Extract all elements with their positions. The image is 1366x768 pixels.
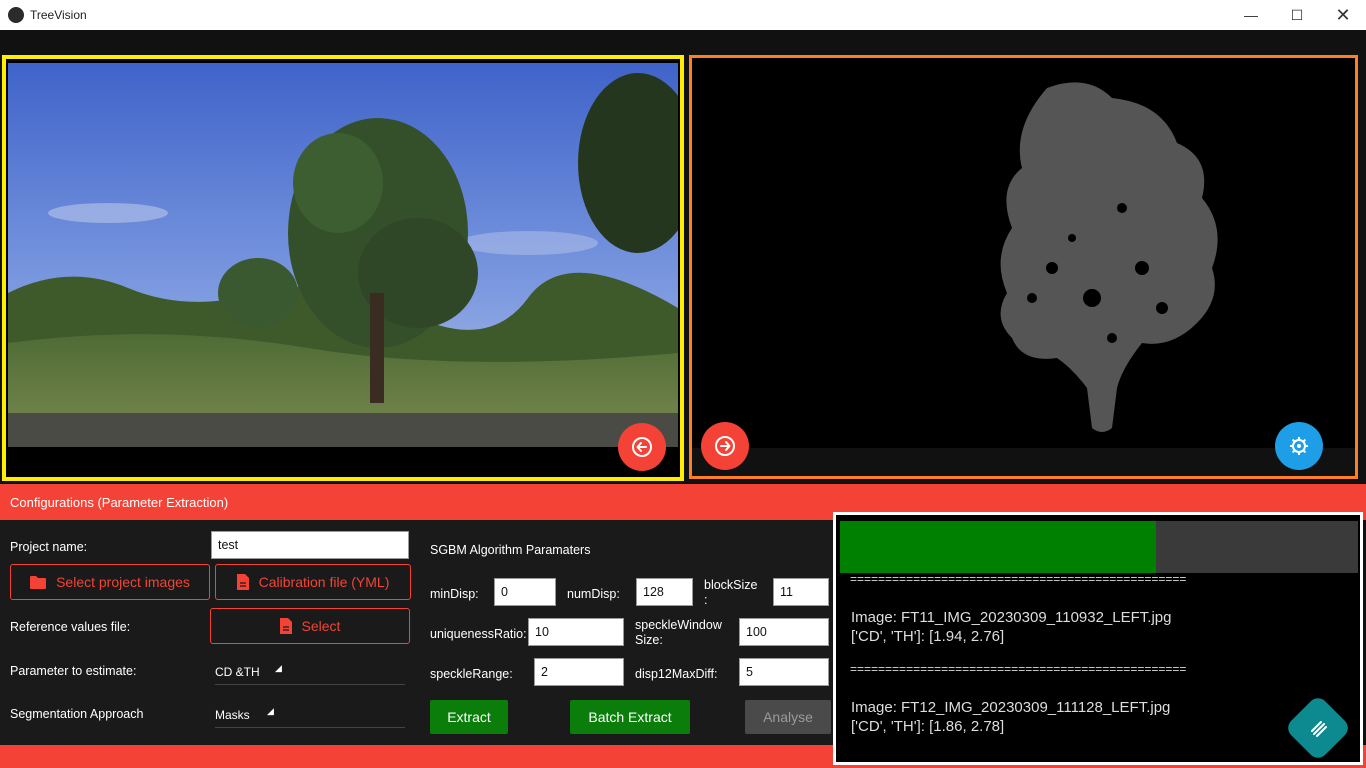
mindisp-input[interactable]: 0 (494, 578, 556, 606)
caret-icon: ◢ (275, 663, 282, 673)
segmentation-dropdown[interactable]: Masks ◢ (215, 706, 405, 728)
file-icon (236, 574, 249, 590)
minimize-button[interactable]: — (1228, 0, 1274, 30)
arrow-right-circle-icon (715, 436, 735, 456)
log-values-line: ['CD', 'TH']: [1.94, 2.76] (851, 628, 1005, 645)
config-title: Configurations (Parameter Extraction) (10, 495, 229, 510)
image-caption-strip (6, 447, 680, 477)
window-title: TreeVision (30, 8, 87, 22)
settings-button[interactable] (1275, 422, 1323, 470)
folder-icon (30, 576, 47, 589)
config-form: Project name: test Select project images… (0, 520, 834, 745)
calibration-file-button[interactable]: Calibration file (YML) (215, 564, 411, 600)
tree-photo (8, 63, 678, 447)
calibration-label: Calibration file (YML) (258, 574, 390, 590)
gear-icon (1290, 437, 1308, 455)
disparity-map (692, 82, 1355, 476)
parameter-value: CD &TH (215, 665, 260, 679)
project-name-label: Project name: (10, 540, 88, 554)
log-separator: ========================================… (850, 662, 1187, 676)
arrow-left-circle-icon (632, 437, 652, 457)
disp12-input[interactable]: 5 (739, 658, 829, 686)
log-values-line: ['CD', 'TH']: [1.86, 2.78] (851, 718, 1005, 735)
app-icon (8, 7, 24, 23)
next-image-button[interactable] (701, 422, 749, 470)
blocksize-input[interactable]: 11 (773, 578, 829, 606)
project-name-input[interactable]: test (211, 531, 409, 559)
segmentation-label: Segmentation Approach (10, 707, 144, 721)
segmentation-value: Masks (215, 708, 250, 722)
disp12-label: disp12MaxDiff: (635, 667, 718, 681)
maximize-button[interactable]: ☐ (1274, 0, 1320, 30)
log-image-line: Image: FT11_IMG_20230309_110932_LEFT.jpg (851, 609, 1172, 626)
specklewindow-input[interactable]: 100 (739, 618, 829, 646)
parameter-dropdown[interactable]: CD &TH ◢ (215, 663, 405, 685)
log-separator: ========================================… (850, 572, 1187, 586)
uniqueness-input[interactable]: 10 (528, 618, 624, 646)
blocksize-label: blockSize : (704, 578, 758, 607)
analyse-button[interactable]: Analyse (745, 700, 831, 734)
batch-extract-button[interactable]: Batch Extract (570, 700, 690, 734)
title-bar: TreeVision — ☐ ✕ (0, 0, 1366, 30)
file-icon (279, 618, 292, 634)
numdisp-label: numDisp: (567, 587, 620, 601)
output-log-panel: ========================================… (833, 512, 1363, 765)
select-label: Select (301, 618, 341, 634)
right-disparity-panel (689, 55, 1358, 479)
menu-icon (1311, 721, 1327, 737)
select-images-button[interactable]: Select project images (10, 564, 210, 600)
reference-select-button[interactable]: Select (210, 608, 410, 644)
extract-button[interactable]: Extract (430, 700, 508, 734)
progress-bar (840, 521, 1358, 573)
mindisp-label: minDisp: (430, 587, 479, 601)
close-button[interactable]: ✕ (1320, 0, 1366, 30)
caret-icon: ◢ (267, 706, 274, 716)
numdisp-input[interactable]: 128 (636, 578, 693, 606)
uniqueness-label: uniquenessRatio: (430, 627, 527, 641)
log-image-line: Image: FT12_IMG_20230309_111128_LEFT.jpg (851, 699, 1171, 716)
reference-label: Reference values file: (10, 620, 131, 634)
select-images-label: Select project images (56, 574, 190, 590)
left-image-panel (2, 55, 684, 481)
parameter-label: Parameter to estimate: (10, 664, 137, 678)
prev-image-button[interactable] (618, 423, 666, 471)
progress-fill (840, 521, 1156, 573)
specklerange-label: speckleRange: (430, 667, 513, 681)
specklerange-input[interactable]: 2 (534, 658, 624, 686)
sgbm-title: SGBM Algorithm Paramaters (430, 543, 591, 557)
specklewindow-label: speckleWindow Size: (635, 618, 722, 647)
